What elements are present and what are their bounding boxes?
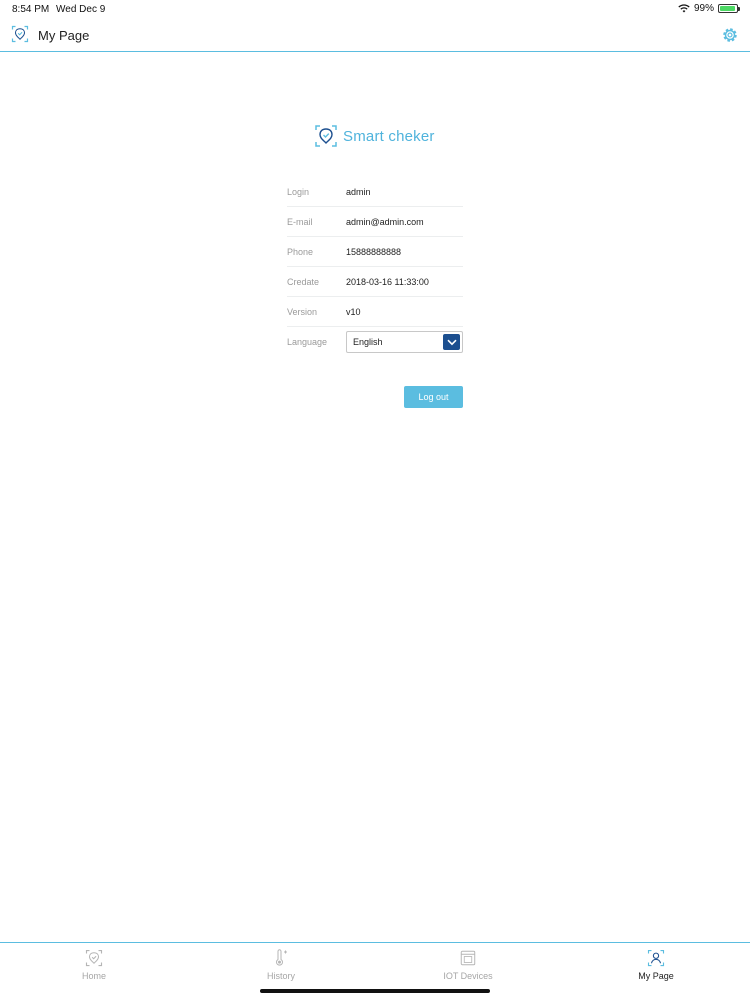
info-row-email: E-mail admin@admin.com [287, 207, 463, 237]
chevron-down-icon[interactable] [443, 334, 460, 350]
logout-button[interactable]: Log out [404, 386, 463, 408]
brand-logo-icon [315, 125, 337, 147]
info-row-credate: Credate 2018-03-16 11:33:00 [287, 267, 463, 297]
page-title: My Page [38, 28, 90, 43]
battery-percent: 99% [693, 3, 714, 14]
thermometer-icon [276, 949, 287, 966]
tab-label: History [266, 971, 295, 981]
tab-label: My Page [638, 971, 674, 981]
user-scan-icon [647, 949, 665, 967]
status-right: 99% [678, 3, 740, 14]
tab-label: IOT Devices [443, 971, 493, 981]
info-row-login: Login admin [287, 177, 463, 207]
info-label: Language [287, 337, 328, 347]
language-select[interactable]: English [346, 331, 463, 353]
brand: Smart cheker [314, 124, 435, 148]
tab-history[interactable]: History [236, 949, 326, 989]
wifi-icon [678, 4, 690, 13]
info-value: admin [346, 186, 371, 197]
profile-info-list: Login admin E-mail admin@admin.com Phone… [287, 177, 463, 357]
status-date: Wed Dec 9 [56, 4, 106, 15]
info-label: E-mail [287, 216, 313, 227]
info-label: Version [287, 306, 318, 317]
my-page-screen: 8:54 PM Wed Dec 9 99% My Page Smart chek… [0, 0, 750, 1000]
status-time: 8:54 PM [12, 4, 50, 15]
info-value: admin@admin.com [346, 216, 424, 227]
info-row-language: Language English [287, 327, 463, 357]
info-row-phone: Phone 15888888888 [287, 237, 463, 267]
info-label: Login [287, 186, 310, 197]
info-label: Phone [287, 246, 314, 257]
tab-label: Home [81, 971, 106, 981]
nav-bar: My Page [0, 18, 750, 52]
info-row-version: Version v10 [287, 297, 463, 327]
info-value: 15888888888 [346, 246, 402, 257]
info-value: 2018-03-16 11:33:00 [346, 276, 429, 287]
home-indicator[interactable] [260, 989, 490, 993]
tab-my-page[interactable]: My Page [611, 949, 701, 989]
tab-iot-devices[interactable]: IOT Devices [423, 949, 513, 989]
status-bar: 8:54 PM Wed Dec 9 99% [0, 0, 750, 18]
home-face-icon [85, 949, 103, 967]
battery-icon [718, 4, 740, 13]
gear-icon[interactable] [721, 26, 739, 44]
info-label: Credate [287, 276, 320, 287]
brand-name: Smart cheker [343, 127, 435, 145]
device-icon [460, 950, 476, 966]
info-value: v10 [346, 306, 361, 317]
tab-home[interactable]: Home [49, 949, 139, 989]
language-selected-value: English [353, 337, 383, 347]
app-logo-icon [11, 25, 29, 43]
